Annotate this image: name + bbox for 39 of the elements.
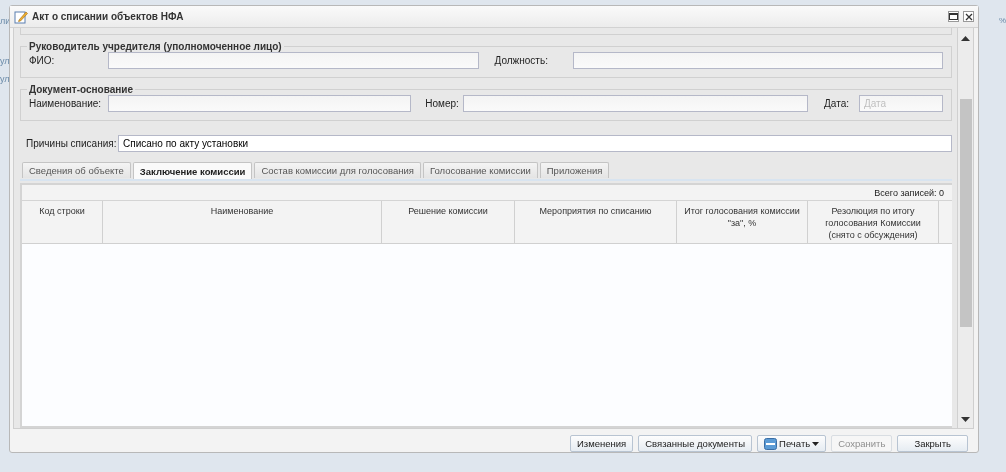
field-label: Должность: [494, 55, 549, 66]
printer-icon [764, 437, 778, 450]
scrollbar[interactable] [957, 28, 973, 428]
field-label: Номер: [425, 98, 459, 109]
field-label: ФИО: [29, 55, 56, 66]
column-header[interactable]: Итог голосования комиссии "за", % [677, 201, 808, 243]
field-label: Дата: [824, 98, 849, 109]
input-field[interactable]: Дата [859, 95, 943, 112]
column-header[interactable]: Код строки [22, 201, 103, 243]
column-header[interactable]: Резолюция по итогу голосования Комиссии (снято с обсуждения) [808, 201, 939, 243]
action-button[interactable]: Печать [757, 435, 827, 452]
caret-icon [812, 441, 820, 446]
background-text: ул [0, 56, 10, 66]
input-field[interactable]: Списано по акту установки [118, 135, 952, 152]
action-button[interactable]: Закрыть [897, 435, 968, 452]
background-text: % [998, 16, 1006, 25]
column-header[interactable]: Решение комиссии [382, 201, 515, 243]
maximize-button[interactable] [948, 11, 959, 22]
action-button[interactable]: Изменения [570, 435, 634, 452]
tab[interactable]: Заключение комиссии [132, 162, 253, 179]
edit-document-icon [14, 9, 28, 24]
column-header[interactable]: Наименование [103, 201, 382, 243]
window-title: Акт о списании объектов НФА [32, 11, 184, 22]
tab[interactable]: Приложения [539, 162, 610, 178]
scrollbar-thumb[interactable] [959, 99, 972, 327]
tab[interactable]: Сведения об объекте [22, 162, 131, 178]
fieldset-legend: Руководитель учредителя (уполномоченное лицо) [27, 41, 284, 52]
tab[interactable]: Голосование комиссии [422, 162, 538, 178]
scroll-up-icon[interactable] [961, 36, 970, 41]
field-label: Причины списания: [26, 138, 118, 149]
scroll-down-icon[interactable] [961, 417, 970, 422]
tab[interactable]: Состав комиссии для голосования [254, 162, 421, 178]
fieldset-legend: Документ-основание [27, 84, 136, 95]
field-label: Наименование: [29, 98, 103, 109]
background-text: ул [0, 74, 10, 84]
column-header[interactable]: Мероприятия по списанию [515, 201, 677, 243]
close-button[interactable] [963, 11, 974, 22]
action-button[interactable]: Связанные документы [638, 435, 753, 452]
record-count: Всего записей: 0 [874, 187, 944, 198]
